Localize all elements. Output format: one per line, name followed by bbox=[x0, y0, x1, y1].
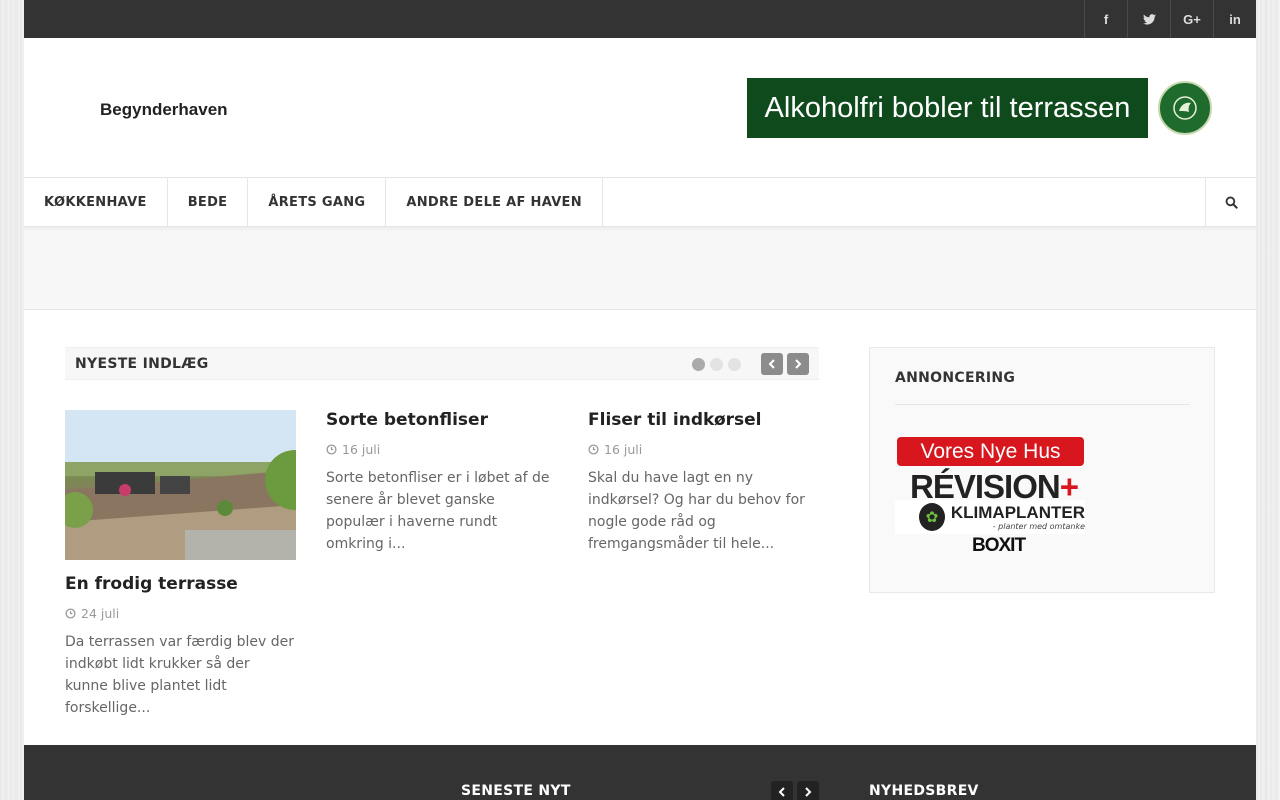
ad-boxit-text: BOXIT bbox=[972, 535, 1026, 556]
post-thumbnail[interactable] bbox=[65, 410, 296, 560]
post-excerpt: Da terrassen var færdig blev der indkøbt… bbox=[65, 634, 295, 716]
top-bar: f G+ in bbox=[24, 0, 1256, 38]
social-links: f G+ in bbox=[1084, 0, 1256, 38]
post-date-text: 24 juli bbox=[81, 606, 120, 621]
banner-text: Alkoholfri bobler til terrassen bbox=[747, 78, 1148, 138]
clock-icon bbox=[65, 608, 76, 619]
post-excerpt: Sorte betonfliser er i løbet af de sener… bbox=[326, 470, 550, 552]
lion-seal-icon bbox=[1158, 81, 1212, 135]
page-title-band bbox=[24, 227, 1256, 310]
site-logo[interactable]: Begynderhaven bbox=[100, 100, 228, 120]
ad-klimaplanter[interactable]: ✿ KLIMAPLANTER - planter med omtanke bbox=[895, 500, 1085, 534]
post-date: 24 juli bbox=[65, 606, 296, 621]
ad-klimaplanter-title: KLIMAPLANTER bbox=[950, 503, 1085, 522]
site-header: Begynderhaven Alkoholfri bobler til terr… bbox=[24, 38, 1256, 178]
clock-icon bbox=[588, 444, 599, 455]
nav-item-andre-dele[interactable]: ANDRE DELE AF HAVEN bbox=[386, 178, 603, 226]
chevron-left-icon[interactable] bbox=[771, 781, 793, 800]
ad-vores-nye-hus[interactable]: Vores Nye Hus bbox=[897, 437, 1084, 466]
slider-dot-1[interactable] bbox=[692, 358, 705, 371]
clock-icon bbox=[326, 444, 337, 455]
twitter-icon[interactable] bbox=[1127, 0, 1170, 38]
footer-slider-arrows bbox=[771, 781, 819, 800]
footer-news-title: SENESTE NYT bbox=[461, 783, 571, 799]
google-plus-icon[interactable]: G+ bbox=[1170, 0, 1213, 38]
post-title[interactable]: Sorte betonfliser bbox=[326, 410, 557, 430]
section-header: NYESTE INDLÆG bbox=[65, 347, 819, 380]
post-date-text: 16 juli bbox=[604, 442, 643, 457]
post-title[interactable]: Fliser til indkørsel bbox=[588, 410, 819, 430]
post-card: Fliser til indkørsel 16 juli Skal du hav… bbox=[588, 410, 819, 555]
slider-dot-3[interactable] bbox=[728, 358, 741, 371]
facebook-icon[interactable]: f bbox=[1084, 0, 1127, 38]
search-icon[interactable] bbox=[1205, 178, 1256, 226]
chevron-right-icon[interactable] bbox=[787, 353, 809, 375]
site-footer: SENESTE NYT NYHEDSBREV bbox=[24, 745, 1256, 800]
post-title[interactable]: En frodig terrasse bbox=[65, 574, 296, 594]
posts-grid: En frodig terrasse 24 juli Da terrassen … bbox=[65, 380, 819, 720]
post-date: 16 juli bbox=[588, 442, 819, 457]
nav-item-bede[interactable]: BEDE bbox=[168, 178, 249, 226]
post-excerpt: Skal du have lagt en ny indkørsel? Og ha… bbox=[588, 470, 805, 552]
section-title: NYESTE INDLÆG bbox=[75, 355, 209, 372]
divider bbox=[895, 404, 1190, 405]
nav-item-kokkenhave[interactable]: KØKKENHAVE bbox=[24, 178, 168, 226]
post-date-text: 16 juli bbox=[342, 442, 381, 457]
ad-klimaplanter-sub: - planter med omtanke bbox=[992, 522, 1085, 531]
ad-boxit[interactable]: BOXIT bbox=[972, 535, 1026, 557]
slider-arrows bbox=[761, 353, 809, 375]
linkedin-icon[interactable]: in bbox=[1213, 0, 1256, 38]
post-card: Sorte betonfliser 16 juli Sorte betonfli… bbox=[326, 410, 557, 555]
latest-posts-section: NYESTE INDLÆG En frodig terrasse 24 juli… bbox=[65, 347, 819, 720]
post-date: 16 juli bbox=[326, 442, 557, 457]
slider-dot-2[interactable] bbox=[710, 358, 723, 371]
nav-item-arets-gang[interactable]: ÅRETS GANG bbox=[248, 178, 387, 226]
leaf-icon: ✿ bbox=[919, 503, 945, 531]
site-wrapper: f G+ in Begynderhaven Alkoholfri bobler … bbox=[24, 0, 1256, 800]
post-card: En frodig terrasse 24 juli Da terrassen … bbox=[65, 410, 296, 719]
slider-dots bbox=[692, 358, 741, 371]
chevron-right-icon[interactable] bbox=[797, 781, 819, 800]
main-nav: KØKKENHAVE BEDE ÅRETS GANG ANDRE DELE AF… bbox=[24, 178, 1256, 227]
chevron-left-icon[interactable] bbox=[761, 353, 783, 375]
widget-title: ANNONCERING bbox=[895, 370, 1016, 386]
sidebar-ads-widget: ANNONCERING Vores Nye Hus RÉVISION+ ✿ KL… bbox=[869, 347, 1215, 593]
footer-newsletter-title: NYHEDSBREV bbox=[869, 783, 979, 799]
header-banner-ad[interactable]: Alkoholfri bobler til terrassen bbox=[747, 78, 1213, 138]
